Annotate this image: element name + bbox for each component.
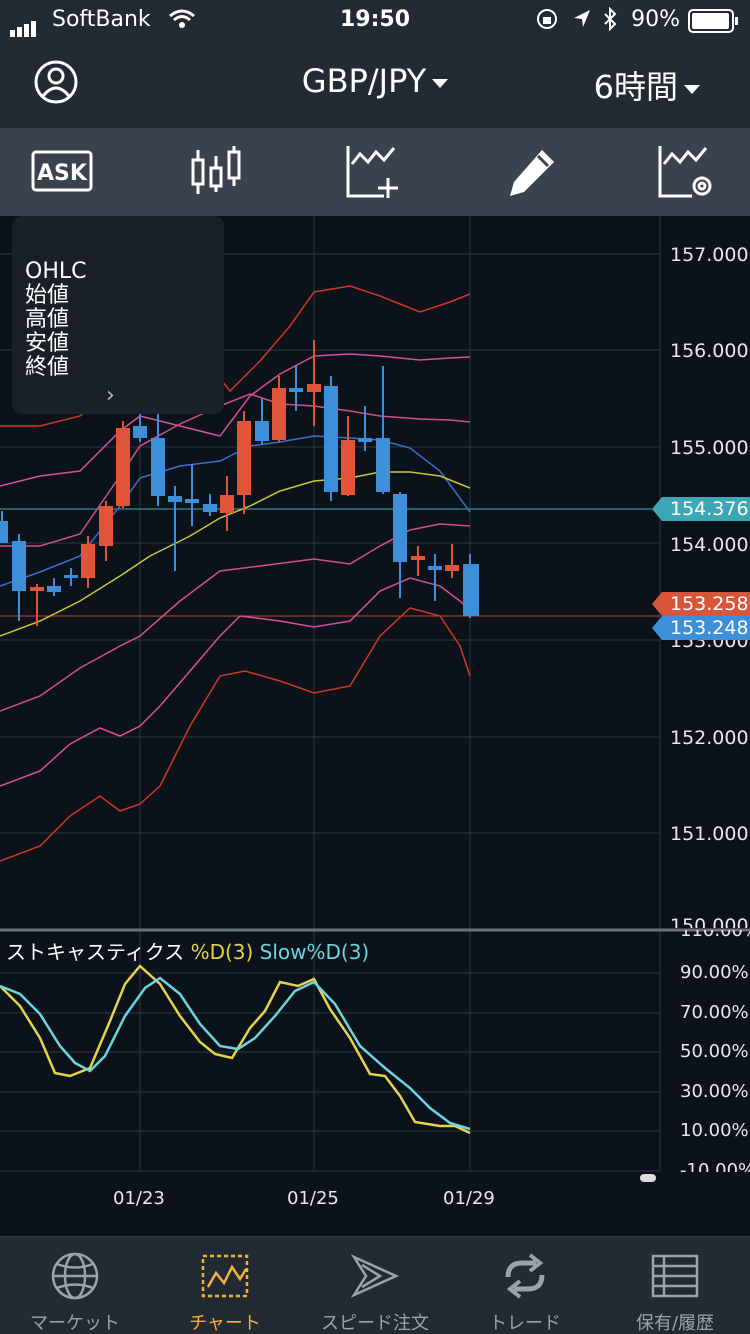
ask-bid-toggle-button[interactable]: ASK xyxy=(30,142,94,202)
battery-percent: 90% xyxy=(631,7,680,32)
stochastics-axis-label: -10.00% xyxy=(680,1160,750,1172)
timeframe-selector[interactable]: 6時間 xyxy=(594,62,700,108)
tab-trade-label: トレード xyxy=(489,1313,561,1334)
ask-price-tag: 153.248 xyxy=(652,616,750,640)
date-axis-label: 01/25 xyxy=(287,1188,339,1209)
battery-icon xyxy=(688,9,740,39)
history-icon xyxy=(650,1251,700,1301)
stochastics-name: ストキャスティクス xyxy=(6,940,185,964)
bollinger-lower-3 xyxy=(0,607,471,862)
price-axis-label: 154.000 xyxy=(670,534,749,556)
tab-speed-order-label: スピード注文 xyxy=(321,1313,429,1334)
ohlc-high-label: 高値 xyxy=(25,307,70,332)
bid-price-tag: 153.258 xyxy=(652,592,750,616)
location-icon xyxy=(572,8,592,36)
price-axis-label: 150.000 xyxy=(670,918,749,928)
chevron-down-icon xyxy=(684,84,700,94)
tab-chart-label: チャート xyxy=(189,1313,261,1334)
price-axis-label: 152.000 xyxy=(670,727,749,749)
stochastic-gridlines xyxy=(0,972,660,1172)
price-axis-label: 151.000 xyxy=(670,823,749,845)
ohlc-open-label: 始値 xyxy=(25,283,70,308)
chevron-right-icon[interactable]: › xyxy=(106,384,115,408)
stochastics-axis-label: 70.00% xyxy=(680,1002,749,1023)
tab-market[interactable]: マーケット xyxy=(0,1237,150,1334)
stochastics-slow-legend: Slow%D(3) xyxy=(259,940,370,964)
ohlc-title: OHLC xyxy=(25,259,87,284)
tab-history-label: 保有/履歴 xyxy=(635,1313,715,1334)
tab-bar: マーケット チャート スピード注文 トレード 保有/履歴 xyxy=(0,1236,750,1334)
bollinger-lower-2 xyxy=(0,577,471,787)
date-axis-label: 01/29 xyxy=(443,1188,495,1209)
tab-speed-order[interactable]: スピード注文 xyxy=(300,1237,450,1334)
speed-order-icon xyxy=(350,1251,400,1301)
date-axis-label: 01/23 xyxy=(113,1188,165,1209)
candlestick-icon[interactable] xyxy=(186,142,250,202)
tab-history[interactable]: 保有/履歴 xyxy=(600,1237,750,1334)
nav-bar: GBP/JPY 6時間 xyxy=(0,40,750,128)
chart-icon xyxy=(200,1251,250,1301)
status-bar: SoftBank 19:50 90% xyxy=(0,0,750,40)
ask-label: ASK xyxy=(37,161,87,186)
ohlc-close-label: 終値 xyxy=(25,355,70,380)
stochastics-axis-label: 90.00% xyxy=(680,962,749,983)
ohlc-low-label: 安値 xyxy=(25,331,70,356)
draw-pencil-icon[interactable] xyxy=(504,142,568,202)
tab-trade[interactable]: トレード xyxy=(450,1237,600,1334)
tab-market-label: マーケット xyxy=(30,1313,120,1334)
chevron-down-icon xyxy=(432,78,449,88)
stochastics-title: ストキャスティクス %D(3) Slow%D(3) xyxy=(6,936,369,965)
bluetooth-icon xyxy=(602,6,618,37)
tab-chart[interactable]: チャート xyxy=(150,1237,300,1334)
stochastics-axis-label: 50.00% xyxy=(680,1041,749,1062)
chart-area[interactable]: OHLC 始値 高値 安値 終値 › 157.000 156.000 155.0… xyxy=(0,216,750,1236)
globe-icon xyxy=(50,1251,100,1301)
stochastics-axis-label: 110.00% xyxy=(680,930,750,940)
scroll-indicator[interactable] xyxy=(640,1174,656,1182)
stochastics-axis-label: 10.00% xyxy=(680,1120,749,1141)
price-axis-label: 157.000 xyxy=(670,244,749,266)
ohlc-info-panel[interactable]: OHLC 始値 高値 安値 終値 › xyxy=(12,216,224,414)
add-indicator-icon[interactable] xyxy=(344,142,408,202)
currency-pair-label: GBP/JPY xyxy=(301,62,427,100)
rotation-lock-icon xyxy=(536,8,558,36)
stochastics-axis-label: 30.00% xyxy=(680,1081,749,1102)
price-axis-label: 155.000 xyxy=(670,437,749,459)
trade-icon xyxy=(500,1251,550,1301)
current-price-tag: 154.376 xyxy=(652,497,750,521)
chart-toolbar: ASK xyxy=(0,128,750,216)
stochastics-d-legend: %D(3) xyxy=(190,940,254,964)
indicator-settings-icon[interactable] xyxy=(656,142,720,202)
price-axis-label: 156.000 xyxy=(670,340,749,362)
timeframe-label: 6時間 xyxy=(593,68,678,106)
